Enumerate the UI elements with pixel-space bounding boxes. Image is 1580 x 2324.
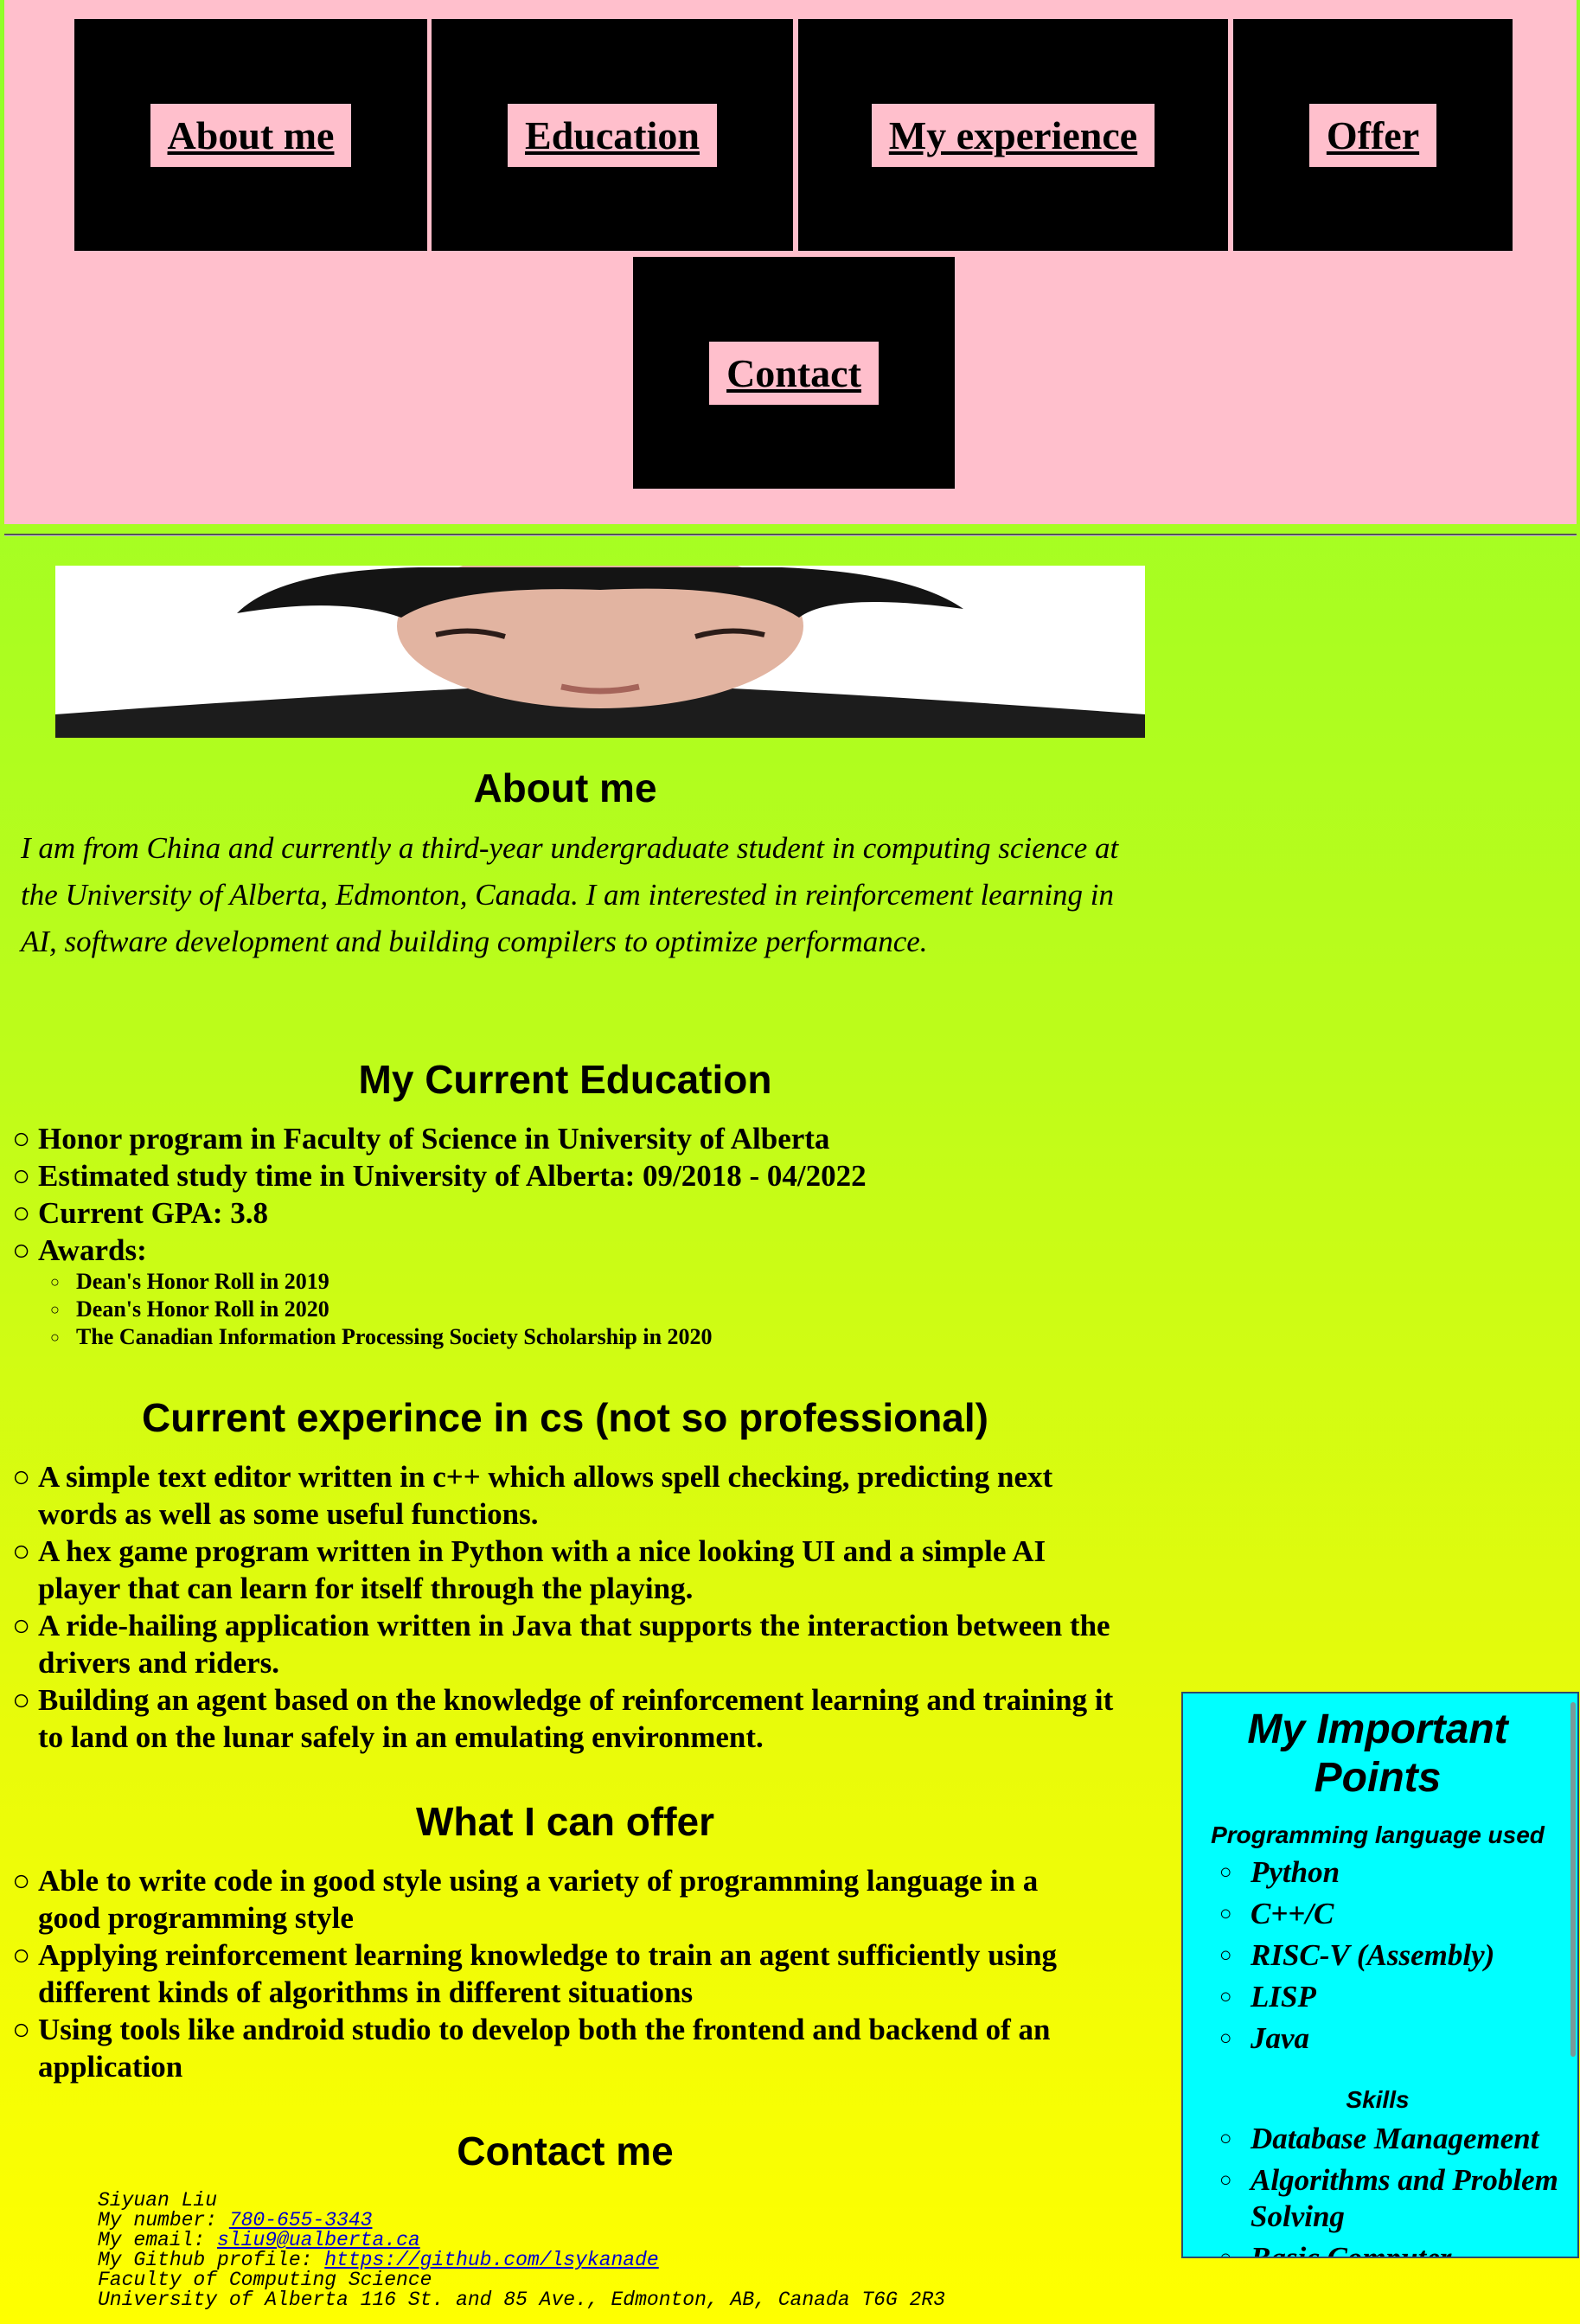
nav-box-about: About me: [74, 19, 427, 251]
list-item: Estimated study time in University of Al…: [12, 1157, 1136, 1194]
list-item: Python: [1219, 1854, 1570, 1891]
nav-link-contact[interactable]: Contact: [709, 341, 879, 405]
list-item: Honor program in Faculty of Science in U…: [12, 1120, 1136, 1157]
offer-heading: What I can offer: [415, 1799, 715, 1844]
nav-link-about[interactable]: About me: [150, 103, 352, 167]
list-item: Algorithms and Problem Solving: [1219, 2162, 1570, 2235]
nav-link-offer[interactable]: Offer: [1308, 103, 1437, 167]
awards-list: Dean's Honor Roll in 2019 Dean's Honor R…: [50, 1268, 1088, 1351]
list-item: Current GPA: 3.8: [12, 1194, 1136, 1232]
header-divider: [4, 534, 1577, 536]
nav-link-experience[interactable]: My experience: [871, 103, 1155, 167]
site-header: About me Education My experience Offer C…: [4, 0, 1577, 524]
aside-title: My Important Points: [1247, 1706, 1508, 1801]
list-item: Able to write code in good style using a…: [12, 1862, 1102, 1937]
contact-heading: Contact me: [457, 2129, 674, 2174]
nav-box-education: Education: [432, 19, 793, 251]
list-item: Using tools like android studio to devel…: [12, 2011, 1102, 2085]
nav-box-offer: Offer: [1233, 19, 1513, 251]
list-item: A ride-hailing application written in Ja…: [12, 1607, 1128, 1681]
offer-list: Able to write code in good style using a…: [12, 1862, 1102, 2085]
profile-photo: [55, 566, 1145, 738]
list-item: Dean's Honor Roll in 2020: [50, 1296, 1088, 1323]
experience-list: A simple text editor written in c++ whic…: [12, 1458, 1128, 1756]
about-paragraph: I am from China and currently a third-ye…: [21, 831, 1119, 958]
address-text: University of Alberta 116 St. and 85 Ave…: [98, 2289, 945, 2311]
list-item: C++/C: [1219, 1896, 1570, 1932]
list-item: Building an agent based on the knowledge…: [12, 1681, 1128, 1756]
list-item: Basic Computer: [1219, 2240, 1570, 2257]
experience-heading: Current experince in cs (not so professi…: [142, 1395, 988, 1440]
list-item: A simple text editor written in c++ whic…: [12, 1458, 1128, 1533]
nav-box-contact: Contact: [633, 257, 955, 489]
list-item: The Canadian Information Processing Soci…: [50, 1323, 1088, 1351]
list-item: Database Management: [1219, 2121, 1570, 2157]
list-item: Java: [1219, 2020, 1570, 2057]
list-item: LISP: [1219, 1979, 1570, 2015]
languages-list: Python C++/C RISC-V (Assembly) LISP Java: [1219, 1854, 1570, 2062]
list-item: Dean's Honor Roll in 2019: [50, 1268, 1088, 1296]
list-item: RISC-V (Assembly): [1219, 1937, 1570, 1974]
list-item: A hex game program written in Python wit…: [12, 1533, 1128, 1607]
list-item: Awards:: [12, 1232, 1136, 1269]
education-list: Honor program in Faculty of Science in U…: [12, 1120, 1136, 1269]
list-item: Applying reinforcement learning knowledg…: [12, 1937, 1102, 2011]
skills-list: Database Management Algorithms and Probl…: [1219, 2121, 1570, 2257]
education-heading: My Current Education: [358, 1057, 772, 1102]
nav-box-experience: My experience: [798, 19, 1228, 251]
portrait-image: [55, 566, 1145, 738]
important-points-aside[interactable]: My Important Points Programming language…: [1181, 1692, 1579, 2258]
nav-link-education[interactable]: Education: [508, 103, 717, 167]
skills-heading: Skills: [1346, 2086, 1410, 2113]
contact-address: Siyuan Liu My number: 780-655-3343 My em…: [98, 2191, 945, 2310]
languages-heading: Programming language used: [1211, 1821, 1545, 1848]
about-heading: About me: [473, 765, 657, 810]
